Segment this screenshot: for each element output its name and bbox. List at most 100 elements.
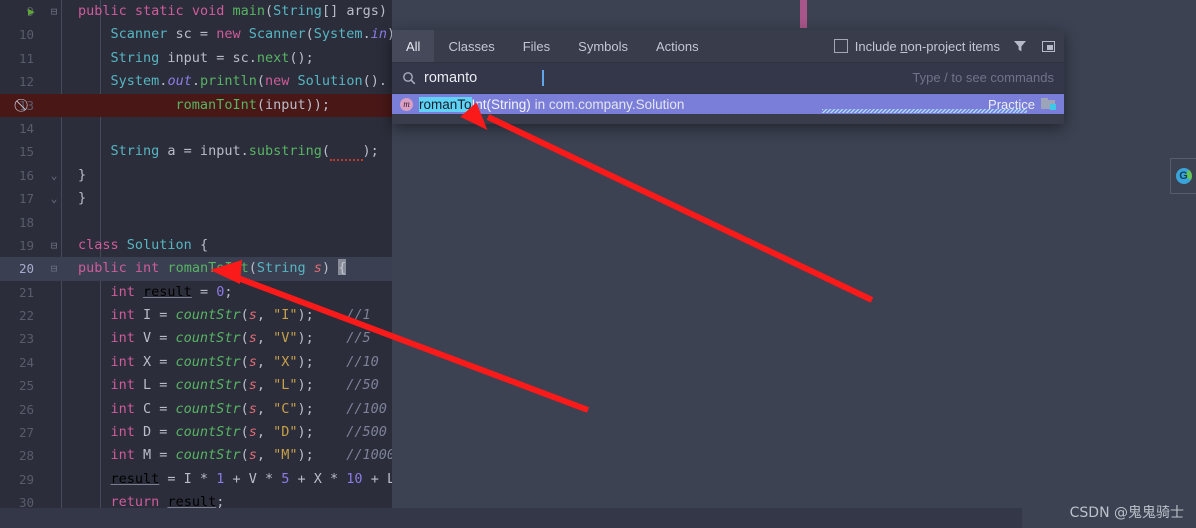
- fold-collapse-icon[interactable]: ⊟: [47, 234, 61, 257]
- code-line[interactable]: 12 System.out.println(new Solution().: [0, 70, 392, 93]
- line-number: 24: [18, 354, 34, 370]
- tab-files[interactable]: Files: [509, 30, 564, 62]
- screen: 9 ▶ ⊟ public static void main(String[] args…: [0, 0, 1196, 528]
- line-number: 13: [18, 97, 34, 113]
- code-text: int result = 0;: [110, 283, 233, 300]
- code-line[interactable]: 21 int result = 0;: [0, 281, 392, 304]
- code-line[interactable]: 28 int M = countStr(s, "M"); //1000: [0, 444, 392, 467]
- code-line[interactable]: 11 String input = sc.next();: [0, 47, 392, 70]
- code-line[interactable]: 27 int D = countStr(s, "D"); //500: [0, 421, 392, 444]
- code-text: int D = countStr(s, "D"); //500: [110, 424, 387, 441]
- line-number: 26: [18, 401, 34, 417]
- code-editor[interactable]: 9 ▶ ⊟ public static void main(String[] args…: [0, 0, 392, 508]
- method-badge-icon: m: [400, 97, 413, 111]
- tab-files-label: Files: [522, 38, 551, 54]
- tab-actions[interactable]: Actions: [642, 30, 713, 62]
- tab-all-label: All: [406, 38, 421, 54]
- annotation-arrow-to-search-result: [460, 102, 874, 303]
- code-line[interactable]: 22 int I = countStr(s, "I"); //1: [0, 304, 392, 327]
- match-highlight: romanTo: [419, 96, 472, 112]
- code-line[interactable]: 18: [0, 211, 392, 234]
- code-text: String a = input.substring( );: [110, 143, 379, 162]
- code-text: int X = countStr(s, "X"); //10: [110, 353, 379, 370]
- line-number: 29: [18, 471, 34, 487]
- code-text: romanToInt(input));: [175, 96, 330, 113]
- fold-collapse-icon[interactable]: ⊟: [47, 257, 61, 280]
- code-line[interactable]: 10 Scanner sc = new Scanner(System.in);: [0, 23, 392, 46]
- code-line[interactable]: 15 String a = input.substring( );: [0, 140, 392, 163]
- checkbox-box[interactable]: [833, 39, 848, 53]
- line-number: 15: [18, 144, 34, 160]
- code-line[interactable]: 20 ⊟ public int romanToInt(String s) {: [0, 257, 392, 281]
- git-toolwindow-icon[interactable]: [1170, 158, 1196, 194]
- code-line[interactable]: 26 int C = countStr(s, "C"); //100: [0, 398, 392, 421]
- code-text: System.out.println(new Solution().: [110, 73, 387, 90]
- line-number: 12: [18, 74, 34, 90]
- code-line[interactable]: 23 int V = countStr(s, "V"); //5: [0, 327, 392, 350]
- line-number: 10: [18, 27, 34, 43]
- code-text: int L = countStr(s, "L"); //50: [110, 377, 379, 394]
- editor-caret: [338, 259, 347, 276]
- code-line[interactable]: 24 int X = countStr(s, "X"); //10: [0, 351, 392, 374]
- code-text: int I = countStr(s, "I"); //1: [110, 307, 371, 324]
- line-number: 14: [18, 120, 34, 136]
- include-non-project-items-checkbox[interactable]: Include non-project items: [833, 38, 1000, 54]
- popup-toolbar[interactable]: Include non-project items: [833, 30, 1056, 62]
- result-module-label: Practice: [988, 96, 1035, 112]
- code-lines[interactable]: 9 ▶ ⊟ public static void main(String[] args…: [0, 0, 392, 508]
- code-line[interactable]: 13⃠ romanToInt(input));: [0, 93, 392, 117]
- code-line[interactable]: 16 ⌄}: [0, 164, 392, 187]
- code-line[interactable]: 9 ▶ ⊟ public static void main(String[] args…: [0, 0, 392, 23]
- tab-actions-label: Actions: [656, 38, 699, 54]
- code-line[interactable]: 17 ⌄}: [0, 187, 392, 210]
- fold-collapse-icon[interactable]: ⊟: [47, 0, 61, 23]
- result-location-text: in com.company.Solution: [530, 96, 685, 112]
- code-text: String input = sc.next();: [110, 49, 314, 66]
- tab-classes-label: Classes: [448, 38, 495, 54]
- fold-end-icon[interactable]: ⌄: [47, 187, 61, 210]
- code-text: class Solution {: [78, 236, 209, 253]
- line-number: 28: [18, 448, 34, 464]
- csdn-watermark: CSDN @鬼鬼骑士: [1069, 505, 1184, 521]
- code-text: public int romanToInt(String s) {: [78, 259, 347, 277]
- code-line[interactable]: 30 return result;: [0, 491, 392, 508]
- popup-bottom-padding: [392, 114, 1064, 124]
- run-icon[interactable]: ▶: [28, 0, 35, 23]
- line-number: 21: [18, 284, 34, 300]
- search-result-label: romanToInt(String) in com.company.Soluti…: [419, 96, 685, 112]
- editor-status-strip: [0, 508, 1022, 528]
- module-folder-icon: [1041, 98, 1056, 110]
- search-everywhere-popup[interactable]: All Classes Files Symbols Actions Includ…: [392, 30, 1064, 124]
- fold-end-icon[interactable]: ⌄: [47, 164, 61, 187]
- code-line[interactable]: 14: [0, 117, 392, 140]
- code-line[interactable]: 19 ⊟ class Solution {: [0, 234, 392, 257]
- line-number: 25: [18, 378, 34, 394]
- result-module: Practice: [988, 94, 1056, 114]
- git-logo-glyph: [1175, 168, 1192, 184]
- search-input[interactable]: [424, 70, 724, 86]
- code-text: public static void main(String[] args) {: [78, 3, 387, 19]
- tab-symbols[interactable]: Symbols: [564, 30, 642, 62]
- code-text: }: [78, 190, 87, 207]
- include-non-project-items-label: Include non-project items: [854, 38, 1000, 54]
- code-text: }: [78, 166, 87, 183]
- search-hint: Type / to see commands: [912, 70, 1054, 85]
- line-number: 18: [18, 214, 34, 230]
- filter-funnel-icon[interactable]: [1012, 38, 1028, 54]
- tab-classes[interactable]: Classes: [434, 30, 508, 62]
- line-number: 23: [18, 331, 34, 347]
- search-row[interactable]: Type / to see commands: [392, 63, 1064, 94]
- text-caret: [542, 70, 544, 86]
- search-icon: [402, 71, 416, 90]
- line-number: 19: [18, 237, 34, 253]
- code-text: int M = countStr(s, "M"); //1000: [110, 447, 392, 464]
- line-number: 22: [18, 308, 34, 324]
- code-text: return result;: [110, 494, 225, 508]
- tab-all[interactable]: All: [392, 30, 435, 62]
- search-result-row[interactable]: m romanToInt(String) in com.company.Solu…: [392, 94, 1064, 114]
- popup-tab-bar[interactable]: All Classes Files Symbols Actions Includ…: [392, 30, 1064, 63]
- result-name-rest: Int(String): [471, 96, 531, 112]
- preview-panel-icon[interactable]: [1040, 38, 1056, 54]
- code-line[interactable]: 25 int L = countStr(s, "L"); //50: [0, 374, 392, 397]
- code-line[interactable]: 29 result = I * 1 + V * 5 + X * 10 + L *…: [0, 468, 392, 491]
